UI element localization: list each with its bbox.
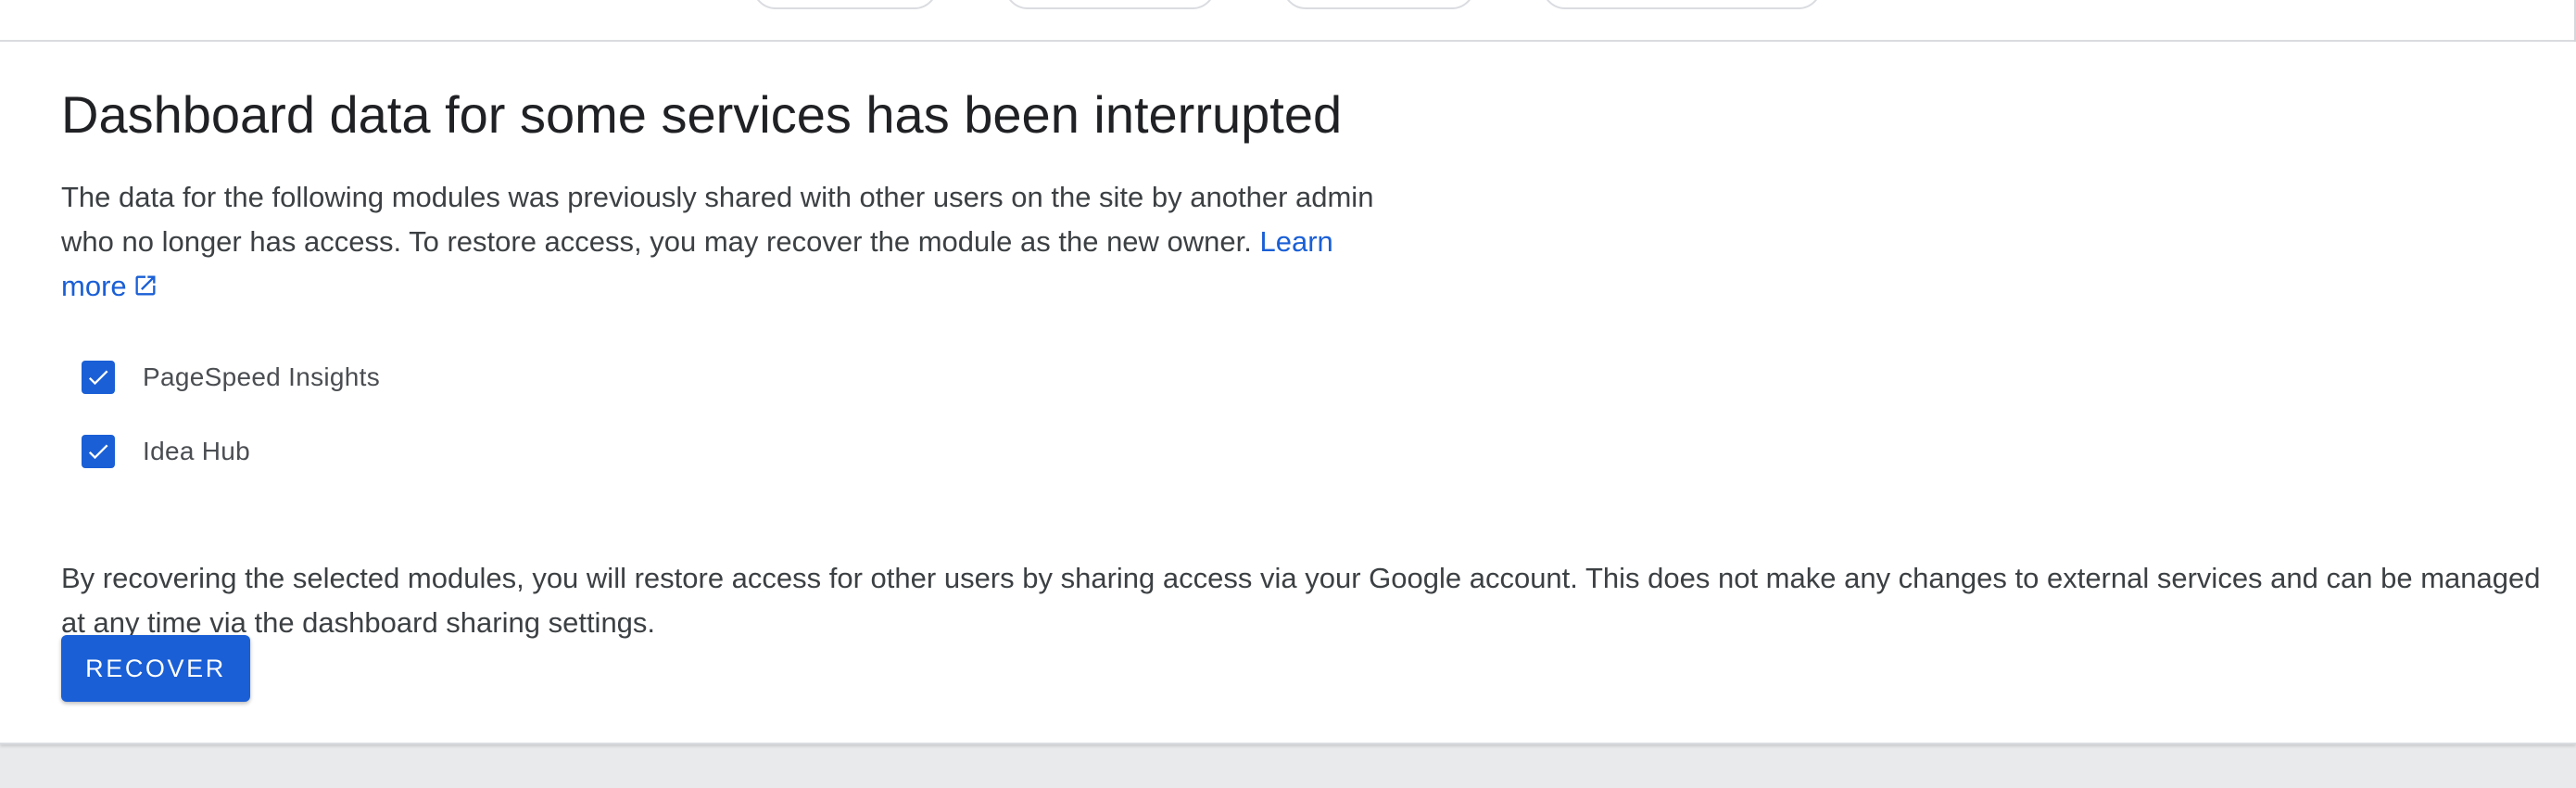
module-option-idea-hub[interactable]: Idea Hub xyxy=(82,431,380,472)
toolbar-chip[interactable] xyxy=(1004,0,1216,9)
notice-description: The data for the following modules was p… xyxy=(61,175,1386,309)
recovery-explanation: By recovering the selected modules, you … xyxy=(61,562,2541,639)
description-text: The data for the following modules was p… xyxy=(61,181,1374,258)
recover-button[interactable]: RECOVER xyxy=(61,635,250,702)
checkmark-icon xyxy=(88,370,108,386)
module-label: PageSpeed Insights xyxy=(143,362,381,391)
notice-title: Dashboard data for some services has bee… xyxy=(61,85,1343,144)
module-checkbox[interactable] xyxy=(82,361,115,394)
recovery-notice-card: Dashboard data for some services has bee… xyxy=(0,42,2576,744)
toolbar-chip[interactable] xyxy=(1282,0,1475,9)
module-checkbox[interactable] xyxy=(82,435,115,468)
top-toolbar-strip xyxy=(0,0,2576,42)
checkmark-icon xyxy=(88,444,108,460)
toolbar-chip[interactable] xyxy=(752,0,938,9)
external-link-icon xyxy=(135,275,156,296)
module-label: Idea Hub xyxy=(143,437,251,465)
toolbar-chip[interactable] xyxy=(1542,0,1822,9)
module-option-pagespeed-insights[interactable]: PageSpeed Insights xyxy=(82,357,380,398)
module-checkbox-list: PageSpeed Insights Idea Hub xyxy=(82,357,380,505)
